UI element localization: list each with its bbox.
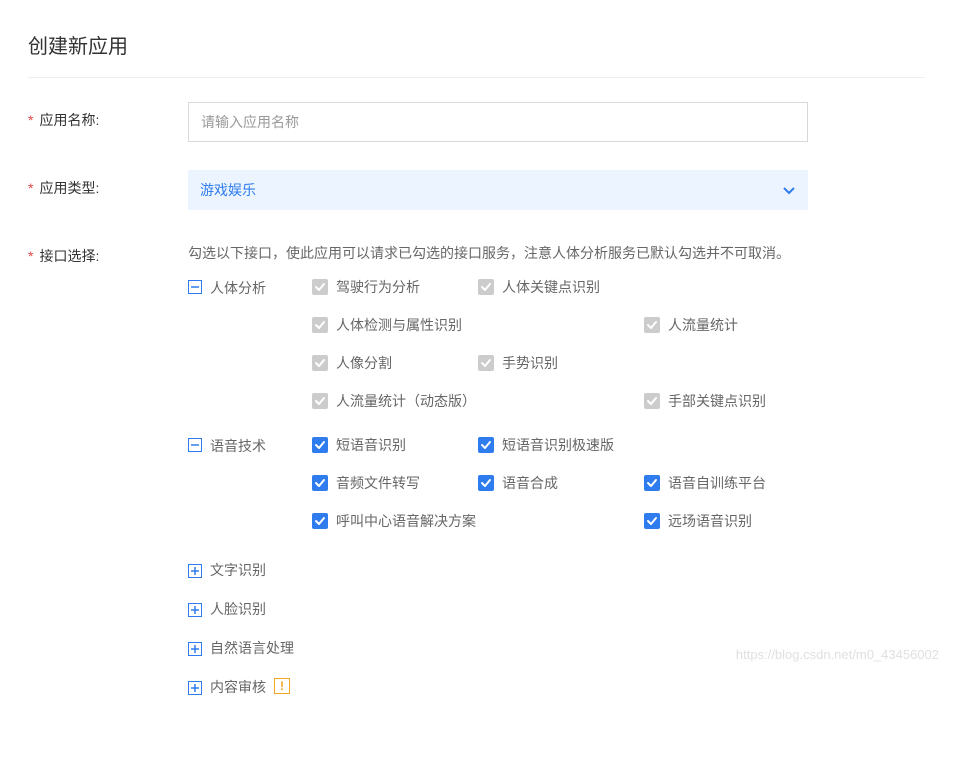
api-select-label: *接口选择: <box>28 238 188 266</box>
checkbox-icon <box>312 393 328 409</box>
checkbox-icon <box>312 437 328 453</box>
checkbox-item: 驾驶行为分析 <box>312 277 472 297</box>
checkbox-label: 人体关键点识别 <box>502 277 600 297</box>
checkbox-item[interactable]: 短语音识别极速版 <box>478 435 804 455</box>
category-label: 语音技术 <box>210 435 312 456</box>
category-nlp[interactable]: 自然语言处理 <box>188 637 808 658</box>
checkbox-item[interactable]: 远场语音识别 <box>644 511 804 531</box>
collapse-icon[interactable] <box>188 280 202 294</box>
expand-icon[interactable] <box>188 603 202 617</box>
category-content-audit[interactable]: 内容审核 ! <box>188 676 808 697</box>
checkbox-item: 人流量统计（动态版） <box>312 391 638 411</box>
checkbox-icon <box>312 475 328 491</box>
expand-icon[interactable] <box>188 681 202 695</box>
app-type-row: *应用类型: 游戏娱乐 <box>28 170 925 210</box>
checkbox-icon <box>312 355 328 371</box>
checkbox-icon <box>478 475 494 491</box>
checkbox-label: 人像分割 <box>336 353 392 373</box>
checkbox-item: 人流量统计 <box>644 315 804 335</box>
checkbox-label: 短语音识别极速版 <box>502 435 614 455</box>
checkbox-label: 手势识别 <box>502 353 558 373</box>
checkbox-item[interactable]: 语音自训练平台 <box>644 473 804 493</box>
checkbox-label: 远场语音识别 <box>668 511 752 531</box>
required-asterisk: * <box>28 248 33 264</box>
app-type-select[interactable]: 游戏娱乐 <box>188 170 808 210</box>
checkbox-item[interactable]: 短语音识别 <box>312 435 472 455</box>
checkbox-item: 手部关键点识别 <box>644 391 804 411</box>
checkbox-item: 手势识别 <box>478 353 638 373</box>
checkbox-icon <box>644 393 660 409</box>
page-title: 创建新应用 <box>28 30 925 78</box>
checkbox-icon <box>312 317 328 333</box>
app-name-input[interactable] <box>188 102 808 142</box>
category-speech: 语音技术 短语音识别 短语音识别极速版音频文件转写 语音合成 语音自训练平台呼叫中心语… <box>188 435 808 531</box>
category-body-analysis: 人体分析 驾驶行为分析 人体关键点识别人体检测与属性识别 人流量统计人像分割 手势识别… <box>188 277 808 411</box>
category-label: 内容审核 <box>210 676 266 697</box>
category-label: 自然语言处理 <box>210 637 312 658</box>
checkbox-item: 人像分割 <box>312 353 472 373</box>
checkbox-item[interactable]: 语音合成 <box>478 473 638 493</box>
checkbox-icon <box>478 355 494 371</box>
checkbox-icon <box>478 279 494 295</box>
expand-icon[interactable] <box>188 642 202 656</box>
checkbox-icon <box>644 513 660 529</box>
collapse-icon[interactable] <box>188 438 202 452</box>
app-type-label: *应用类型: <box>28 170 188 198</box>
checkbox-item: 人体检测与属性识别 <box>312 315 638 335</box>
checkbox-label: 呼叫中心语音解决方案 <box>336 511 476 531</box>
checkbox-item[interactable]: 音频文件转写 <box>312 473 472 493</box>
checkbox-item: 人体关键点识别 <box>478 277 638 297</box>
category-label: 人脸识别 <box>210 598 312 619</box>
app-name-label: *应用名称: <box>28 102 188 130</box>
checkbox-label: 语音自训练平台 <box>668 473 766 493</box>
warning-icon: ! <box>274 678 290 694</box>
category-face[interactable]: 人脸识别 <box>188 598 808 619</box>
category-label: 文字识别 <box>210 559 312 580</box>
expand-icon[interactable] <box>188 564 202 578</box>
checkbox-icon <box>644 475 660 491</box>
category-label: 人体分析 <box>210 277 312 298</box>
checkbox-label: 手部关键点识别 <box>668 391 766 411</box>
required-asterisk: * <box>28 112 33 128</box>
api-select-row: *接口选择: 勾选以下接口，使此应用可以请求已勾选的接口服务，注意人体分析服务已… <box>28 238 925 715</box>
required-asterisk: * <box>28 180 33 196</box>
checkbox-label: 语音合成 <box>502 473 558 493</box>
checkbox-icon <box>312 513 328 529</box>
checkbox-label: 人流量统计（动态版） <box>336 391 476 411</box>
app-name-row: *应用名称: <box>28 102 925 142</box>
checkbox-label: 人流量统计 <box>668 315 738 335</box>
api-select-description: 勾选以下接口，使此应用可以请求已勾选的接口服务，注意人体分析服务已默认勾选并不可… <box>188 238 808 269</box>
checkbox-icon <box>644 317 660 333</box>
checkbox-icon <box>312 279 328 295</box>
checkbox-label: 驾驶行为分析 <box>336 277 420 297</box>
checkbox-label: 短语音识别 <box>336 435 406 455</box>
checkbox-item[interactable]: 呼叫中心语音解决方案 <box>312 511 638 531</box>
chevron-down-icon <box>782 183 796 197</box>
checkbox-icon <box>478 437 494 453</box>
category-ocr[interactable]: 文字识别 <box>188 559 808 580</box>
checkbox-label: 音频文件转写 <box>336 473 420 493</box>
app-type-selected: 游戏娱乐 <box>200 180 256 200</box>
checkbox-label: 人体检测与属性识别 <box>336 315 462 335</box>
